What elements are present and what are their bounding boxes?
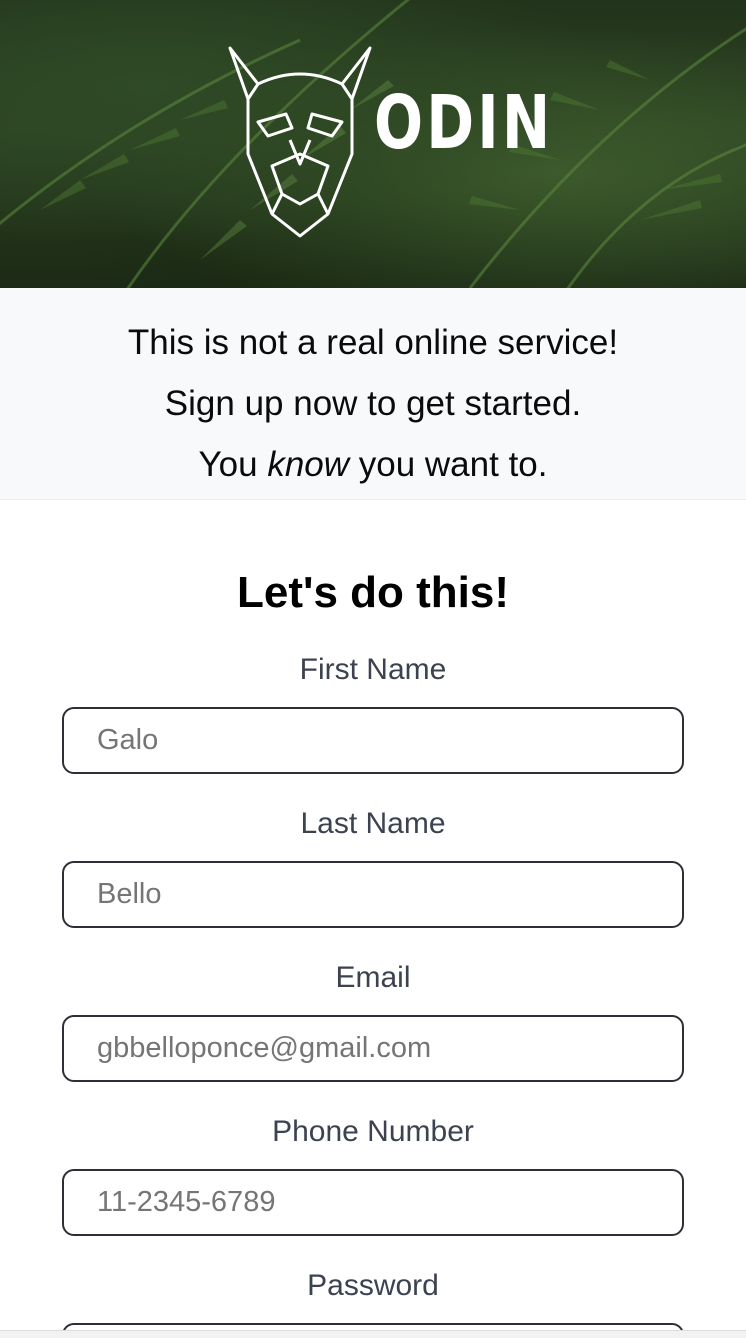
last-name-label: Last Name	[300, 807, 446, 840]
odin-logo[interactable]: ODIN	[228, 44, 550, 244]
last-name-input[interactable]	[62, 861, 684, 928]
intro-banner: This is not a real online service! Sign …	[0, 288, 746, 500]
first-name-label: First Name	[299, 653, 447, 686]
intro-line-1: This is not a real online service!	[127, 323, 619, 362]
intro-line-3-emphasis: know	[267, 445, 350, 484]
browser-bottom-edge	[0, 1330, 746, 1338]
intro-line-3: You know you want to.	[0, 434, 746, 495]
phone-number-input[interactable]	[62, 1169, 684, 1236]
first-name-input[interactable]	[62, 707, 684, 774]
logo-text: ODIN	[374, 80, 554, 166]
email-input[interactable]	[62, 1015, 684, 1082]
intro-line-3-before: You	[198, 445, 268, 484]
password-label: Password	[307, 1269, 439, 1302]
intro-line-3-after: you want to.	[349, 445, 548, 484]
form-heading: Let's do this!	[236, 568, 509, 617]
intro-line-2: Sign up now to get started.	[164, 384, 582, 423]
email-label: Email	[335, 961, 411, 994]
hero-banner: ODIN	[0, 0, 746, 288]
phone-number-label: Phone Number	[272, 1115, 474, 1148]
